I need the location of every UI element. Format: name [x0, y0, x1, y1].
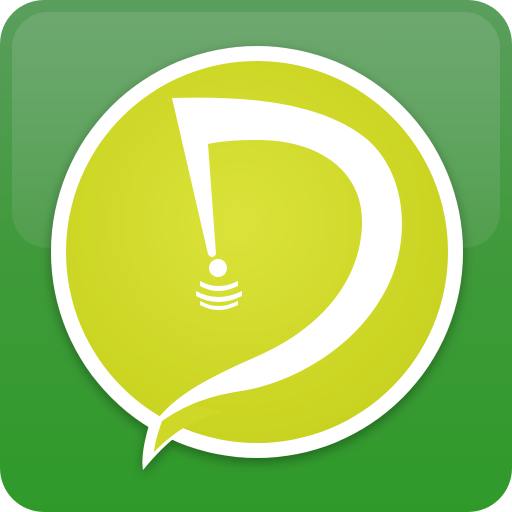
signal-dot	[209, 259, 227, 277]
icon-canvas	[0, 0, 512, 512]
app-icon[interactable]	[0, 0, 512, 512]
